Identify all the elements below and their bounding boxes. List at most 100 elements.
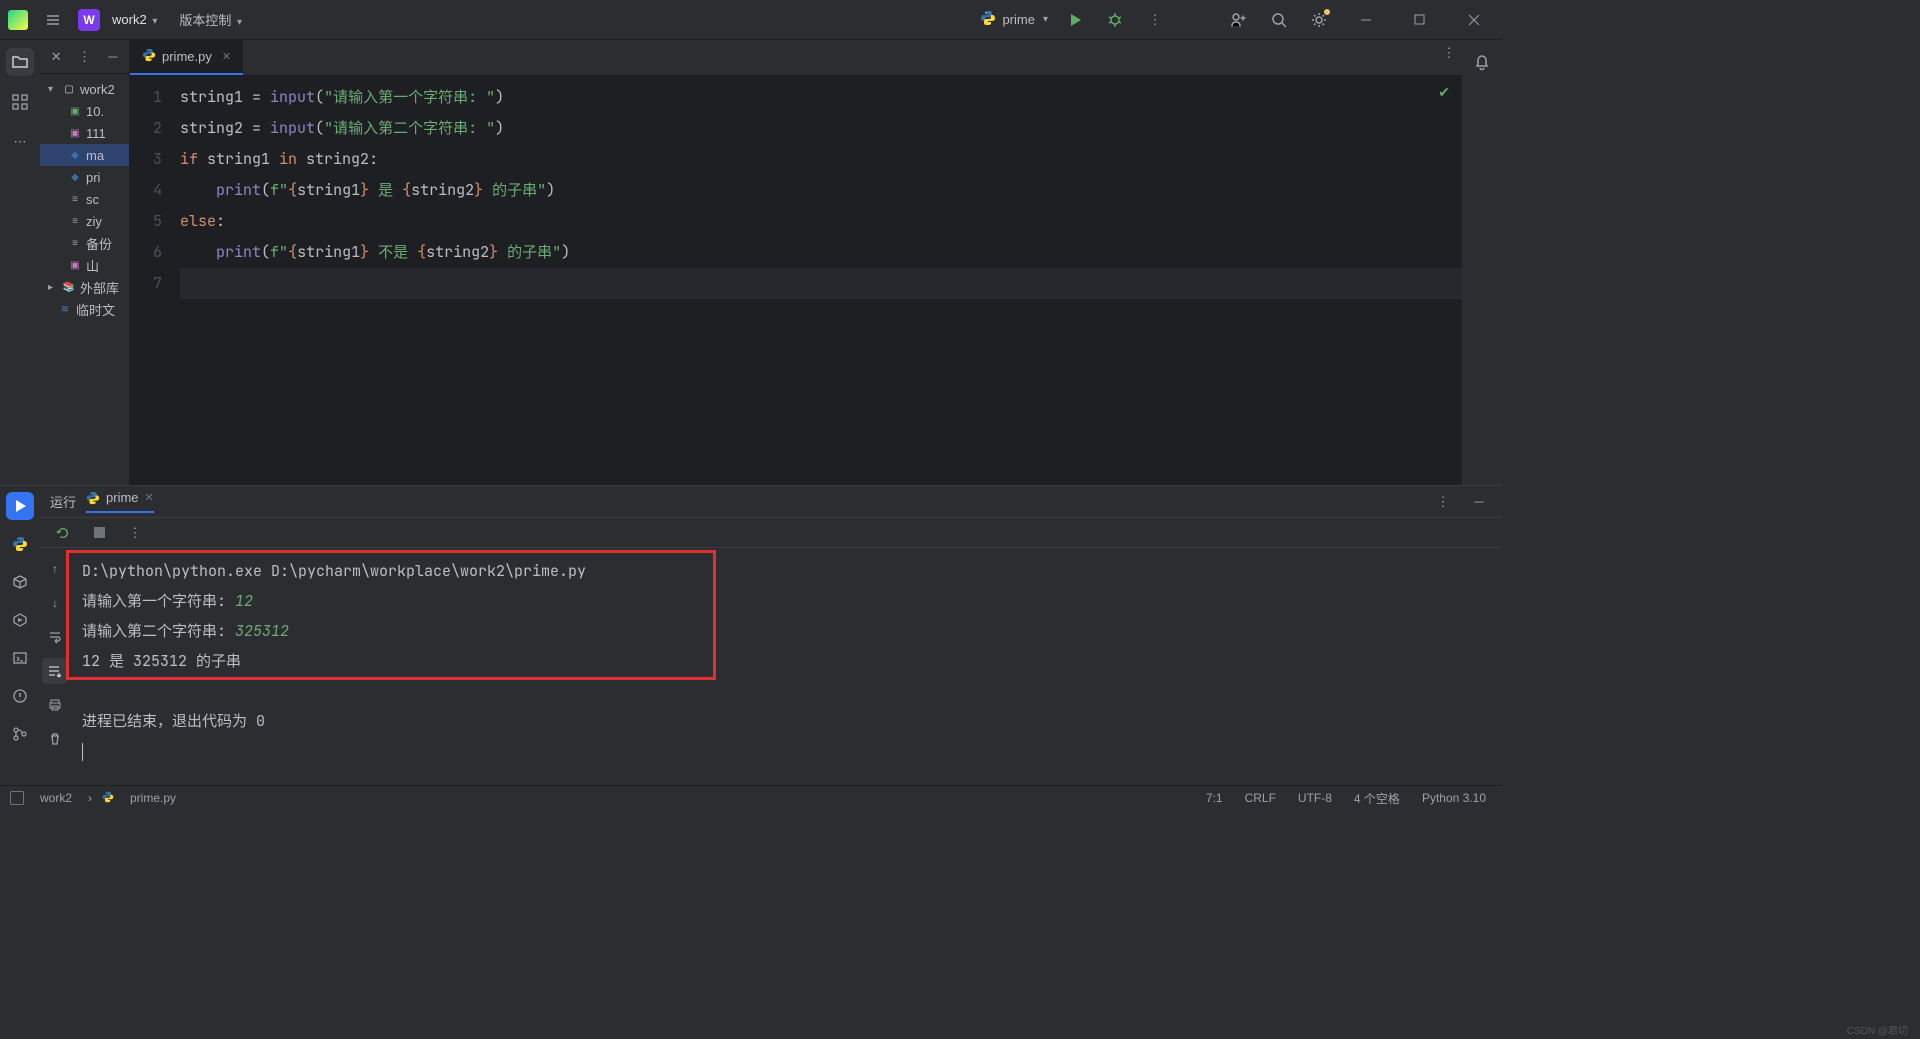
- line-number: 1: [130, 82, 162, 113]
- chevron-down-icon: ▾: [152, 16, 157, 27]
- titlebar: W work2 ▾ 版本控制 ▾ prime ▾ ⋮: [0, 0, 1502, 40]
- breadcrumb-project[interactable]: work2: [34, 791, 78, 805]
- rerun-button[interactable]: [50, 520, 76, 546]
- run-config-tab[interactable]: prime ✕: [86, 490, 154, 513]
- hide-console-button[interactable]: ─: [1466, 489, 1492, 515]
- maximize-button[interactable]: [1400, 7, 1440, 33]
- breadcrumb-file[interactable]: prime.py: [124, 791, 182, 805]
- packages-tool-button[interactable]: [6, 568, 34, 596]
- close-button[interactable]: [1454, 7, 1494, 33]
- code-token: =: [252, 87, 270, 107]
- editor-tab[interactable]: prime.py ✕: [130, 40, 243, 75]
- code-token: ): [546, 180, 555, 200]
- scroll-to-end-button[interactable]: [42, 658, 68, 684]
- vcs-tool-button[interactable]: [6, 720, 34, 748]
- code-editor[interactable]: string1 = input("请输入第一个字符串: ") string2 =…: [176, 76, 1462, 485]
- terminal-tool-button[interactable]: [6, 644, 34, 672]
- clear-console-button[interactable]: [42, 726, 68, 752]
- tree-scratch-row[interactable]: ≋ 临时文: [40, 298, 129, 320]
- text-icon: ≡: [68, 236, 82, 250]
- python-console-button[interactable]: [6, 530, 34, 558]
- sb-line-sep[interactable]: CRLF: [1239, 791, 1282, 805]
- run-button[interactable]: [1062, 7, 1088, 33]
- run-label-text: 运行: [50, 492, 76, 511]
- run-config-selector[interactable]: prime ▾: [980, 10, 1048, 29]
- code-token: 是: [369, 180, 402, 200]
- folder-icon: ▢: [62, 82, 76, 96]
- minimize-button[interactable]: [1346, 7, 1386, 33]
- json-icon: ▣: [68, 126, 82, 140]
- close-console-tab-button[interactable]: ✕: [145, 491, 154, 504]
- editor-area: prime.py ✕ ⋮ ✔ 1 2 3 4 5 6 7 string1 = i…: [130, 40, 1462, 485]
- tree-external-row[interactable]: ▸ 📚 外部库: [40, 276, 129, 298]
- tree-item-label: ziy: [86, 214, 102, 229]
- tree-file-row[interactable]: ◆ ma: [40, 144, 129, 166]
- notifications-tool-button[interactable]: [1468, 48, 1496, 76]
- vcs-dropdown[interactable]: 版本控制 ▾: [179, 10, 242, 29]
- project-pane-menu-button[interactable]: ⋮: [74, 44, 94, 70]
- console-more-button[interactable]: ⋮: [1430, 489, 1456, 515]
- statusbar: work2 › prime.py 7:1 CRLF UTF-8 4 个空格 Py…: [0, 785, 1502, 810]
- tree-file-row[interactable]: ≡ sc: [40, 188, 129, 210]
- line-number: 6: [130, 237, 162, 268]
- sb-indent[interactable]: 4 个空格: [1348, 790, 1406, 807]
- tree-item-label: 临时文: [76, 300, 115, 319]
- output-exit-message: 进程已结束，退出代码为 0: [82, 706, 1490, 736]
- tree-root-row[interactable]: ▾ ▢ work2: [40, 78, 129, 100]
- soft-wrap-button[interactable]: [42, 624, 68, 650]
- more-actions-button[interactable]: ⋮: [1142, 7, 1168, 33]
- search-button[interactable]: [1266, 7, 1292, 33]
- code-token: ): [495, 118, 504, 138]
- project-tool-button[interactable]: [6, 48, 34, 76]
- line-number: 7: [130, 268, 162, 299]
- tree-file-row[interactable]: ▣ 10.: [40, 100, 129, 122]
- vcs-label: 版本控制: [179, 13, 231, 28]
- structure-tool-button[interactable]: [6, 88, 34, 116]
- tree-item-label: 111: [86, 126, 106, 141]
- editor-more-button[interactable]: ⋮: [1436, 40, 1462, 66]
- project-name-dropdown[interactable]: work2 ▾: [112, 12, 157, 27]
- code-with-me-button[interactable]: [1226, 7, 1252, 33]
- python-icon: [142, 48, 156, 65]
- run-tool-button[interactable]: [6, 492, 34, 520]
- sb-box-icon[interactable]: [10, 791, 24, 805]
- console-output[interactable]: D:\python\python.exe D:\pycharm\workplac…: [70, 548, 1502, 785]
- tree-file-row[interactable]: ≡ 备份: [40, 232, 129, 254]
- problems-tool-button[interactable]: [6, 682, 34, 710]
- settings-button[interactable]: [1306, 7, 1332, 33]
- inspection-ok-icon[interactable]: ✔: [1438, 84, 1450, 101]
- close-project-pane-button[interactable]: ✕: [46, 44, 66, 70]
- stop-button[interactable]: [86, 520, 112, 546]
- right-tool-rail: [1462, 40, 1502, 485]
- tab-label: prime.py: [162, 49, 212, 64]
- main-menu-button[interactable]: [40, 7, 66, 33]
- tree-file-row[interactable]: ≡ ziy: [40, 210, 129, 232]
- sb-interpreter[interactable]: Python 3.10: [1416, 791, 1492, 805]
- close-tab-button[interactable]: ✕: [222, 50, 231, 63]
- code-token: input: [270, 87, 315, 107]
- chevron-down-icon: ▾: [237, 17, 242, 28]
- console-actions-button[interactable]: ⋮: [122, 520, 148, 546]
- tree-item-label: 10.: [86, 104, 104, 119]
- scroll-down-button[interactable]: ↓: [42, 590, 68, 616]
- sb-cursor-pos[interactable]: 7:1: [1200, 791, 1229, 805]
- file-tree[interactable]: ▾ ▢ work2 ▣ 10. ▣ 111 ◆ ma ◆ pri ≡: [40, 74, 129, 320]
- code-token: }: [360, 180, 369, 200]
- code-token: 不是: [369, 242, 417, 262]
- code-token: string1: [297, 180, 360, 200]
- tree-file-row[interactable]: ◆ pri: [40, 166, 129, 188]
- print-button[interactable]: [42, 692, 68, 718]
- code-token: (: [315, 118, 324, 138]
- tree-file-row[interactable]: ▣ 山: [40, 254, 129, 276]
- app-icon: [8, 10, 28, 30]
- text-icon: ≡: [68, 214, 82, 228]
- sb-encoding[interactable]: UTF-8: [1292, 791, 1338, 805]
- more-tools-button[interactable]: ⋯: [6, 128, 34, 156]
- tree-file-row[interactable]: ▣ 111: [40, 122, 129, 144]
- hide-project-pane-button[interactable]: ─: [103, 44, 123, 70]
- debug-button[interactable]: [1102, 7, 1128, 33]
- code-token: string2: [426, 242, 489, 262]
- services-tool-button[interactable]: [6, 606, 34, 634]
- scroll-up-button[interactable]: ↑: [42, 556, 68, 582]
- code-token: 的子串": [498, 242, 561, 262]
